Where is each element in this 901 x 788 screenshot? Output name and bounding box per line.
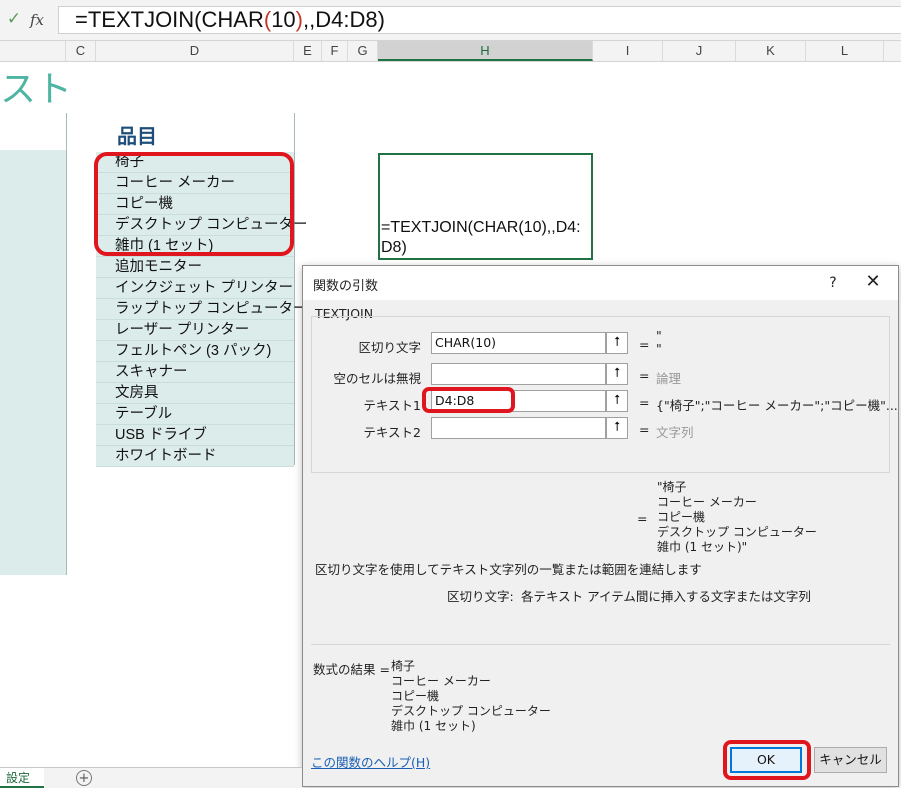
column-header-f[interactable]: F: [322, 41, 348, 61]
active-cell-line: =TEXTJOIN(CHAR(10),,D4:: [381, 219, 581, 236]
sheet-tab-bar: 設定 +: [0, 767, 302, 788]
equals-sign: =: [639, 422, 650, 437]
function-description: 区切り文字を使用してテキスト文字列の一覧または範囲を連結します: [315, 562, 702, 577]
function-result-preview: "椅子 コーヒー メーカー コピー機 デスクトップ コンピューター 雑巾 (1 …: [657, 480, 817, 554]
argument-description-label: 区切り文字:: [447, 589, 514, 604]
column-header-b[interactable]: [0, 41, 66, 61]
item-cell[interactable]: フェルトペン (3 パック): [96, 341, 294, 362]
cancel-button[interactable]: キャンセル: [814, 747, 887, 773]
items-header: 品目: [117, 126, 157, 148]
check-icon[interactable]: ✓: [4, 8, 24, 30]
item-cell[interactable]: ラップトップ コンピューター: [96, 299, 308, 320]
formula-result-label: 数式の結果 =: [313, 662, 390, 677]
function-help-link[interactable]: この関数のヘルプ(H): [311, 752, 430, 771]
formula-bar: ✓ fx =TEXTJOIN(CHAR(10),,D4:D8): [0, 0, 901, 41]
formula-result-value: 椅子 コーヒー メーカー コピー機 デスクトップ コンピューター 雑巾 (1 セ…: [391, 659, 551, 733]
item-cell[interactable]: ホワイトボード: [96, 446, 294, 467]
equals-sign: =: [639, 368, 650, 383]
equals-sign: =: [637, 511, 648, 526]
column-header-i[interactable]: I: [593, 41, 663, 61]
red-highlight-annotation: [422, 387, 515, 413]
column-divider: [294, 113, 295, 465]
function-arguments-dialog: 関数の引数 ? ✕ TEXTJOIN 区切り文字 CHAR(10) ⭡ = " …: [302, 265, 899, 787]
column-header-e[interactable]: E: [294, 41, 322, 61]
item-cell[interactable]: テーブル: [96, 404, 294, 425]
collapse-dialog-icon[interactable]: ⭡: [606, 363, 628, 385]
column-header-c[interactable]: C: [66, 41, 96, 61]
formula-prefix: =TEXTJOIN(CHAR: [75, 7, 264, 32]
collapse-dialog-icon[interactable]: ⭡: [606, 332, 628, 354]
divider: [311, 644, 890, 645]
arg-label-text1: テキスト1: [363, 398, 421, 413]
dialog-title: 関数の引数: [313, 279, 379, 294]
active-cell-formula: =TEXTJOIN(CHAR(10),,D4: D8): [381, 218, 593, 258]
collapse-dialog-icon[interactable]: ⭡: [606, 390, 628, 412]
arg-label-delimiter: 区切り文字: [358, 340, 421, 355]
left-column-band: [0, 150, 66, 575]
equals-sign: =: [639, 337, 650, 352]
close-icon[interactable]: ✕: [863, 272, 883, 292]
insert-function-button[interactable]: fx: [30, 9, 50, 31]
equals-sign: =: [639, 395, 650, 410]
argument-description: 各テキスト アイテム間に挿入する文字または文字列: [521, 589, 811, 604]
item-cell[interactable]: スキャナー: [96, 362, 294, 383]
dialog-titlebar[interactable]: 関数の引数 ? ✕: [303, 266, 898, 300]
arg-input-delimiter[interactable]: CHAR(10): [431, 332, 606, 354]
formula-paren-close: ): [295, 7, 303, 32]
sheet-title: スト: [0, 68, 73, 109]
red-highlight-annotation: [94, 152, 294, 256]
item-cell[interactable]: USB ドライブ: [96, 425, 294, 446]
column-header-h[interactable]: H: [378, 41, 593, 61]
collapse-dialog-icon[interactable]: ⭡: [606, 417, 628, 439]
arg-result-text1: {"椅子";"コーヒー メーカー";"コピー機"...: [656, 398, 898, 413]
arg-result-text2: 文字列: [656, 425, 694, 440]
arg-label-text2: テキスト2: [363, 425, 421, 440]
item-cell[interactable]: レーザー プリンター: [96, 320, 294, 341]
item-cell[interactable]: 追加モニター: [96, 257, 294, 278]
arg-input-text2[interactable]: [431, 417, 606, 439]
item-cell[interactable]: 文房具: [96, 383, 294, 404]
sheet-tab-settings[interactable]: 設定: [0, 768, 44, 788]
column-header-j[interactable]: J: [663, 41, 736, 61]
column-header-l[interactable]: L: [806, 41, 884, 61]
formula-suffix: ,,D4:D8): [303, 7, 385, 32]
column-header-k[interactable]: K: [736, 41, 806, 61]
formula-input[interactable]: =TEXTJOIN(CHAR(10),,D4:D8): [58, 6, 901, 34]
arg-input-ignore-empty[interactable]: [431, 363, 606, 385]
active-cell-line: D8): [381, 239, 407, 256]
help-icon[interactable]: ?: [823, 273, 843, 293]
column-divider: [66, 113, 67, 575]
item-cell[interactable]: インクジェット プリンター: [96, 278, 294, 299]
formula-inner: 10: [271, 7, 296, 32]
arg-label-ignore-empty: 空のセルは無視: [333, 371, 421, 386]
arg-result-delimiter: " ": [656, 328, 662, 356]
column-header-d[interactable]: D: [96, 41, 294, 61]
add-sheet-icon[interactable]: +: [76, 770, 92, 786]
column-header-row: C D E F G H I J K L: [0, 41, 901, 62]
arg-result-ignore-empty: 論理: [656, 371, 682, 386]
column-header-g[interactable]: G: [348, 41, 378, 61]
red-highlight-annotation: [723, 740, 811, 780]
